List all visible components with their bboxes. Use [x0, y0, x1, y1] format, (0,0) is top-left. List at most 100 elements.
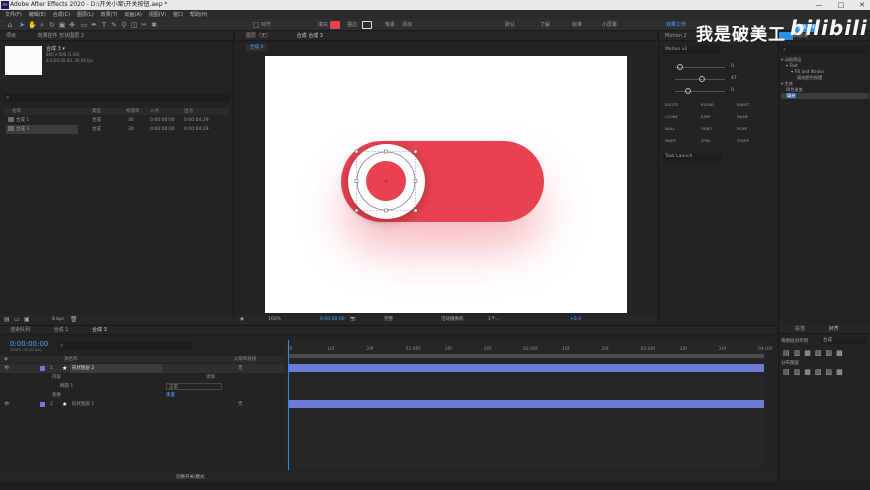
bpc-label[interactable]: 8 bpc [52, 317, 64, 322]
selection-tool-icon[interactable]: ➤ [18, 21, 26, 29]
tab-comp-3[interactable]: 合成 3 [92, 327, 107, 333]
add-menu[interactable]: 添加 [206, 373, 215, 382]
workspace-small[interactable]: 小屏幕 [602, 21, 617, 29]
layer-name[interactable]: 形状图层 2 [70, 364, 162, 373]
snapshot-icon[interactable]: 📷 [350, 315, 356, 324]
distribute-buttons[interactable]: ▤▥▦▧▨▩ [783, 368, 847, 376]
resolution-dropdown[interactable]: 完整 [384, 315, 393, 324]
col-out[interactable]: 出点 [184, 108, 193, 115]
home-icon[interactable]: ⌂ [6, 21, 14, 29]
workspace-default[interactable]: 默认 [505, 21, 515, 29]
null-button[interactable]: NULL [665, 126, 675, 131]
layer-property-row[interactable]: 椭圆 1 正常 [0, 382, 285, 391]
layer-name[interactable]: 形状图层 1 [72, 400, 94, 409]
col-fps[interactable]: 帧速率 [126, 108, 140, 115]
stroke-width-value[interactable]: 像素 [385, 21, 395, 29]
zoom-tool-icon[interactable]: ⌕ [38, 21, 46, 29]
comp-canvas[interactable] [265, 56, 627, 313]
clone-button[interactable]: CLONE [665, 114, 678, 119]
camera-dropdown[interactable]: 活动摄像机 [441, 315, 464, 324]
name-button[interactable]: NAME [737, 114, 748, 119]
tab-paragraph[interactable]: 段落 [795, 326, 805, 332]
layer-row[interactable]: 👁 1 ★ 形状图层 2 无 [0, 364, 285, 373]
rotate-tool-icon[interactable]: ↻ [48, 21, 56, 29]
new-folder-icon[interactable]: ▭ [14, 316, 20, 323]
tab-render-queue[interactable]: 渲染队列 [10, 327, 30, 333]
tree-item[interactable]: 填充 [781, 93, 869, 99]
tab-comp-viewer[interactable]: 合成 合成 3 [297, 33, 323, 39]
orbit-button[interactable]: ORBIT [701, 126, 713, 131]
tab-layer-viewer[interactable]: 图层（无） [246, 33, 271, 39]
layer-1-bar[interactable] [288, 364, 764, 372]
align-to-dropdown[interactable]: 合成 [821, 337, 865, 344]
burst-button[interactable]: BURST [737, 102, 750, 107]
visibility-eye-icon[interactable]: 👁 [4, 400, 10, 409]
align-buttons[interactable]: ▤▥▦▧▨▩ [783, 349, 847, 357]
camera-tool-icon[interactable]: ▣ [58, 21, 66, 29]
slider-value[interactable]: 0 [731, 88, 734, 93]
zoom-value[interactable]: 100% [268, 315, 281, 324]
maximize-button[interactable]: □ [834, 0, 848, 10]
timeline-current-time[interactable]: 0:00:00:00 [10, 340, 48, 348]
blend-button[interactable]: BLEND [701, 102, 714, 107]
spin-button[interactable]: SPIN [701, 138, 710, 143]
rope-button[interactable]: ROPE [737, 126, 747, 131]
tab-motion[interactable]: Motion 2 [665, 33, 687, 39]
viewer-time[interactable]: 0:00:00:00 [320, 315, 345, 324]
rectangle-tool-icon[interactable]: ▭ [80, 21, 88, 29]
layer-2-bar[interactable] [288, 400, 764, 408]
fill-color-swatch[interactable] [330, 21, 340, 29]
minimize-button[interactable]: — [812, 0, 826, 10]
parent-dropdown[interactable]: 无 [238, 364, 243, 373]
delete-icon[interactable]: 🗑 [70, 316, 78, 323]
slider-thumb[interactable] [677, 64, 683, 70]
slider-value[interactable]: 47 [731, 76, 737, 81]
new-comp-icon[interactable]: ▣ [24, 316, 30, 323]
motion-version-dropdown[interactable]: Motion v2 [663, 46, 721, 54]
warp-button[interactable]: WARP [665, 138, 676, 143]
tab-comp-1[interactable]: 合成 1 [54, 327, 69, 333]
roto-tool-icon[interactable]: ✂ [140, 21, 148, 29]
always-preview-icon[interactable]: ◉ [240, 315, 244, 324]
col-in[interactable]: 入点 [150, 108, 159, 115]
jump-button[interactable]: JUMP [701, 114, 710, 119]
slider-value[interactable]: 0 [731, 64, 734, 69]
pen-tool-icon[interactable]: ✒ [90, 21, 98, 29]
col-source-name[interactable]: 源名称 [64, 356, 78, 363]
layer-property-row[interactable]: 变换 重置 [0, 391, 285, 400]
stare-button[interactable]: STARE [737, 138, 749, 143]
tab-align[interactable]: 对齐 [829, 326, 839, 332]
stroke-color-swatch[interactable] [362, 21, 372, 29]
reset-link[interactable]: 重置 [166, 391, 175, 400]
breadcrumb[interactable]: 合成 3 [246, 44, 268, 51]
timeline-search-input[interactable]: ⌕ [58, 342, 192, 350]
close-button[interactable]: ✕ [855, 0, 869, 10]
work-area-bar[interactable] [288, 354, 764, 358]
project-item-row[interactable]: 合成 1 合成 30 0:00:00:00 0:00:04:29 [4, 116, 230, 125]
label-color-swatch[interactable] [40, 366, 45, 371]
workspace-active[interactable]: 效果工作 [666, 21, 686, 29]
layer-row[interactable]: 👁 2 ★ 形状图层 1 无 [0, 400, 285, 409]
slider-thumb[interactable] [685, 88, 691, 94]
pan-tool-icon[interactable]: ✥ [68, 21, 76, 29]
type-tool-icon[interactable]: T [100, 21, 108, 29]
col-parent[interactable]: 父级和链接 [234, 356, 257, 363]
workspace-learn[interactable]: 了解 [540, 21, 550, 29]
excite-button[interactable]: EXCITE [665, 102, 678, 107]
add-label[interactable]: 添加 [402, 21, 412, 29]
col-type[interactable]: 类型 [92, 108, 101, 115]
blend-mode-dropdown[interactable]: 正常 [166, 383, 222, 390]
hand-tool-icon[interactable]: ✋ [28, 21, 37, 29]
parent-dropdown[interactable]: 无 [238, 400, 243, 409]
task-launch-dropdown[interactable]: Task Launch [663, 153, 721, 161]
tab-project[interactable]: 项目 [6, 33, 16, 39]
views-dropdown[interactable]: 1个... [488, 315, 500, 324]
eraser-tool-icon[interactable]: ◫ [130, 21, 138, 29]
exposure-value[interactable]: +0.0 [570, 315, 581, 324]
workspace-standard[interactable]: 标准 [572, 21, 582, 29]
visibility-eye-icon[interactable]: 👁 [4, 364, 10, 373]
stamp-tool-icon[interactable]: ⚲ [120, 21, 128, 29]
effects-search-input[interactable]: ⌕ [781, 46, 867, 54]
project-search-input[interactable]: ⌕ [4, 94, 230, 102]
brush-tool-icon[interactable]: ✎ [110, 21, 118, 29]
